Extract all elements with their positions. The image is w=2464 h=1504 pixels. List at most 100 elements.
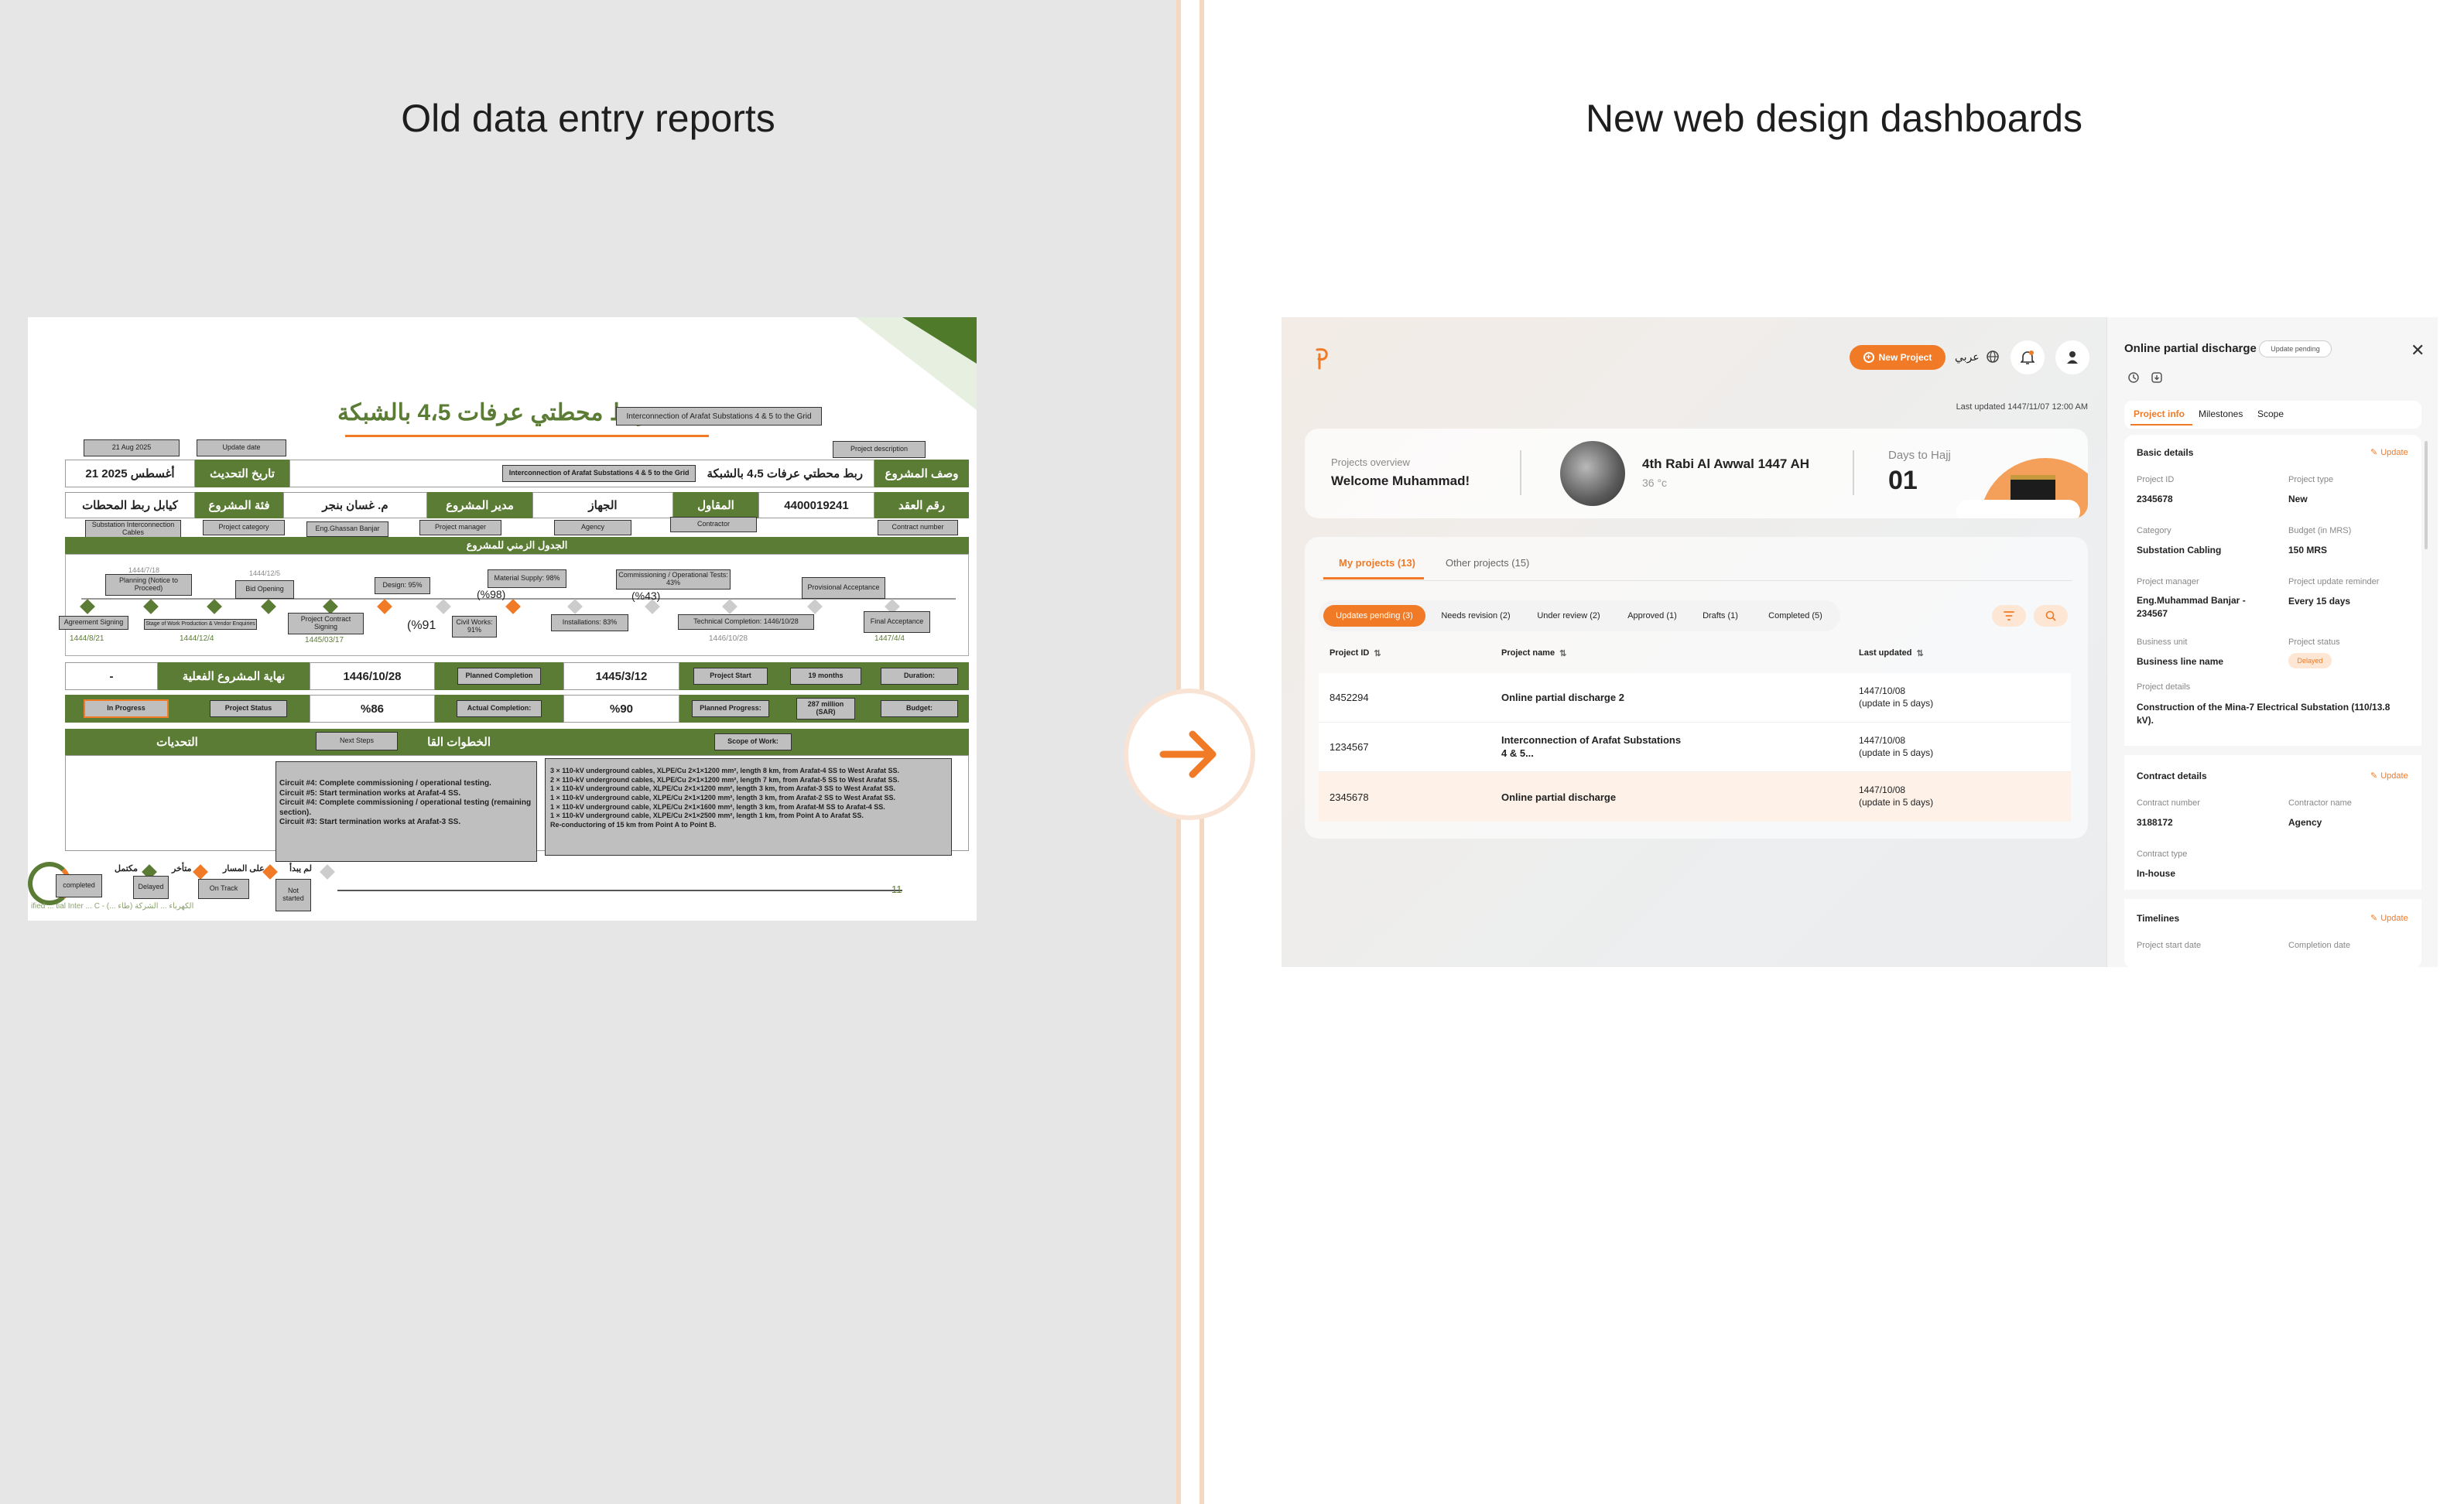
filter-button[interactable] (1992, 605, 2026, 627)
panel-scrollbar[interactable] (2425, 441, 2428, 549)
project-detail-panel: Online partial discharge Update pending … (2106, 317, 2438, 967)
description-value: Interconnection of Arafat Substations 4 … (289, 460, 874, 487)
notifications-button[interactable] (2011, 340, 2045, 374)
budget-label: Budget: (881, 700, 958, 717)
download-icon[interactable] (2151, 371, 2163, 384)
filter-approved[interactable]: Approved (1) (1617, 605, 1687, 627)
row-last-updated: 1447/10/08 (update in 5 days) (1859, 685, 1933, 709)
table-row-selected[interactable]: 2345678 Online partial discharge 1447/10… (1319, 772, 2071, 822)
actual-end-label-ar: نهاية المشروع الفعلية (158, 662, 310, 690)
duration-label: Duration: (881, 668, 958, 685)
profile-button[interactable] (2055, 340, 2089, 374)
field-label: Business unit (2137, 637, 2188, 647)
row-project-id: 1234567 (1330, 741, 1369, 753)
close-icon[interactable]: ✕ (2411, 340, 2425, 361)
overview-label: Projects overview (1331, 456, 1410, 468)
scope-item: Re-conductoring of 15 km from Point A to… (550, 821, 717, 829)
filter-drafts[interactable]: Drafts (1) (1692, 605, 1749, 627)
column-project-id[interactable]: Project ID ⇅ (1330, 648, 1381, 658)
column-project-name[interactable]: Project name ⇅ (1501, 648, 1566, 658)
new-project-button[interactable]: + New Project (1850, 345, 1946, 370)
language-toggle[interactable]: عربي (1955, 350, 2000, 364)
contract-number-label: Contract number (878, 520, 958, 535)
next-step-item: Circuit #3: Start termination works at A… (279, 818, 461, 826)
milestone-date: 1444/7/18 (128, 566, 160, 574)
section-divider (2124, 890, 2421, 899)
panel-tab-project-info[interactable]: Project info (2134, 408, 2185, 419)
row-last-updated: 1447/10/08 (update in 5 days) (1859, 784, 1933, 808)
panel-active-tab-indicator (2130, 424, 2192, 426)
budget-value-cell: 287 million (SAR) (782, 695, 870, 723)
right-heading: New web design dashboards (1585, 97, 2083, 140)
project-description-label: Project description (833, 441, 926, 458)
transition-arrow (1124, 689, 1255, 820)
planned-completion-cell: Planned Completion (435, 662, 563, 690)
tab-other-projects[interactable]: Other projects (15) (1446, 557, 1529, 569)
update-contract-button[interactable]: ✎ Update (2370, 771, 2408, 781)
scope-item: 1 × 110-kV underground cable, XLPE/Cu 2×… (550, 802, 885, 811)
row-date: 1447/10/08 (1859, 784, 1906, 796)
milestone-label: Installations: 83% (551, 614, 628, 631)
manager-value-ar: م. غسان بنجر (283, 492, 427, 518)
history-icon[interactable] (2127, 371, 2140, 384)
globe-icon (1986, 350, 1999, 363)
field-label: Project status (2288, 637, 2340, 647)
field-label: Contract number (2137, 798, 2200, 808)
table-row[interactable]: 8452294 Online partial discharge 2 1447/… (1319, 673, 2071, 723)
legend-marker-not-started (320, 864, 335, 880)
filter-under-review[interactable]: Under review (2) (1526, 605, 1611, 627)
scope-item: 2 × 110-kV underground cables, XLPE/Cu 2… (550, 775, 900, 784)
edit-icon: ✎ (2370, 914, 2378, 923)
field-label: Project ID (2137, 475, 2175, 484)
status-badge-delayed: Delayed (2288, 653, 2332, 668)
row-date: 1447/10/08 (1859, 734, 1906, 746)
project-details-value: Construction of the Mina-7 Electrical Su… (2137, 702, 2390, 726)
row-project-name: Online partial discharge 2 (1501, 692, 1624, 703)
update-timelines-button[interactable]: ✎ Update (2370, 913, 2408, 924)
milestone-label: Planning (Notice to Proceed) (105, 574, 192, 596)
column-label: Project ID (1330, 648, 1370, 658)
filter-updates-pending[interactable]: Updates pending (3) (1323, 605, 1425, 627)
moon-icon (1560, 441, 1625, 506)
table-row[interactable]: 1234567 Interconnection of Arafat Substa… (1319, 723, 2071, 772)
status-label-cell: Project Status (187, 695, 310, 723)
title-underline (345, 435, 709, 437)
section-timelines: Timelines (2137, 913, 2180, 924)
description-ar: ربط محطتي عرفات 4،5 بالشبكة (707, 467, 863, 480)
planned-completion-label: Planned Completion (457, 668, 541, 685)
contractor-label-ar: المقاول (673, 492, 758, 518)
new-project-label: New Project (1878, 352, 1932, 363)
search-button[interactable] (2034, 605, 2068, 627)
next-step-item: Circuit #4: Complete commissioning / ope… (279, 798, 532, 817)
app-logo-icon[interactable] (1312, 347, 1333, 370)
row-project-name: Online partial discharge (1501, 791, 1617, 803)
tabs-divider (1320, 580, 2072, 581)
status-value-cell: In Progress (65, 695, 187, 723)
agency-label: Agency (554, 520, 631, 535)
milestone-label: Bid Opening (235, 580, 294, 599)
section-divider (2124, 746, 2421, 755)
field-value: Agency (2288, 817, 2322, 828)
duration-value: 19 months (790, 668, 861, 685)
project-status-label: Project Status (210, 700, 287, 717)
legend-ar: متأخر (172, 864, 192, 873)
report-title-en: Interconnection of Arafat Substations 4 … (616, 407, 822, 426)
panel-tab-scope[interactable]: Scope (2257, 408, 2284, 419)
tab-my-projects[interactable]: My projects (13) (1339, 557, 1415, 569)
milestone-label: Technical Completion: 1446/10/28 (678, 614, 814, 630)
update-date-label: Update date (197, 439, 286, 456)
status-value: In Progress (84, 699, 169, 718)
user-icon (2067, 351, 2078, 364)
filter-completed[interactable]: Completed (5) (1757, 605, 1834, 627)
overview-card: Projects overview Welcome Muhammad! 4th … (1305, 429, 2088, 518)
agency-value-ar: الجهاز (532, 492, 673, 518)
field-label: Project start date (2137, 941, 2202, 950)
filter-needs-revision[interactable]: Needs revision (2) (1433, 605, 1518, 627)
column-last-updated[interactable]: Last updated ⇅ (1859, 648, 1924, 658)
panel-tab-milestones[interactable]: Milestones (2199, 408, 2243, 419)
next-steps-box: Circuit #4: Complete commissioning / ope… (275, 761, 537, 862)
sort-icon: ⇅ (1916, 649, 1924, 658)
update-basic-button[interactable]: ✎ Update (2370, 447, 2408, 458)
field-value: New (2288, 494, 2308, 504)
field-value: In-house (2137, 868, 2175, 879)
